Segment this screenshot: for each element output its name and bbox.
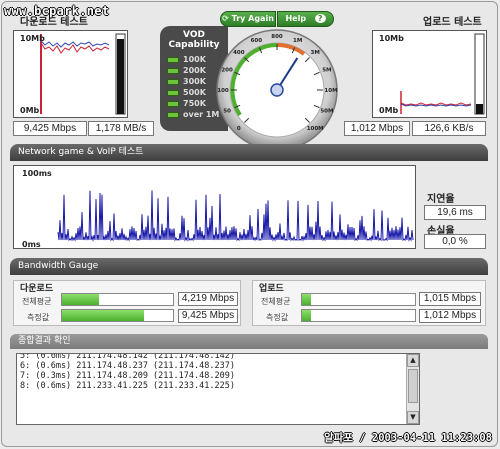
download-mbs-readout: 1,178 MB/s bbox=[88, 121, 154, 136]
bandwidth-download-measured-label: 측정값 bbox=[27, 313, 50, 322]
bandwidth-upload-avg-value: 1,015 Mbps bbox=[419, 292, 481, 306]
vod-led-icon bbox=[167, 89, 179, 96]
scroll-thumb[interactable] bbox=[408, 369, 418, 403]
upload-graph-ymin: 0Mb bbox=[379, 106, 399, 115]
bandwidth-download-avg-fill bbox=[62, 294, 99, 305]
latency-label: 지연율 bbox=[427, 194, 455, 205]
gauge-scale-label: 100M bbox=[307, 126, 324, 132]
results-line: 6: (0.6ms) 211.174.48.237 (211.174.48.23… bbox=[20, 361, 235, 371]
gauge-scale-label: 5M bbox=[322, 67, 331, 73]
upload-graph: 10Mb 0Mb bbox=[372, 30, 487, 118]
network-graph: 100ms 0ms bbox=[13, 165, 416, 249]
results-line: 8: (0.6ms) 211.233.41.225 (211.233.41.22… bbox=[20, 381, 235, 391]
download-graph-ymin: 0Mb bbox=[20, 106, 40, 115]
loss-readout: 0,0 % bbox=[424, 234, 486, 249]
vod-level-label: 300K bbox=[183, 77, 206, 86]
gauge-scale-label: 0 bbox=[237, 126, 241, 132]
gauge-scale-label: 1M bbox=[293, 38, 302, 44]
bandwidth-upload-measured-value: 1,012 Mbps bbox=[419, 309, 481, 323]
bandwidth-download-measured-value: 9,425 Mbps bbox=[178, 309, 238, 323]
footer-caption: 알파포 / 2003-04-11 11:23:08 bbox=[323, 432, 492, 444]
help-icon: ? bbox=[314, 14, 326, 23]
network-graph-ymax: 100ms bbox=[22, 169, 52, 178]
speed-gauge: 0 50 100 200 400 600 800 1M 3M 5M 10M 50M 100M ⟳ Try… bbox=[214, 10, 340, 151]
scroll-up-arrow-icon[interactable]: ▲ bbox=[407, 354, 419, 367]
vod-led-icon bbox=[167, 100, 179, 107]
gauge-scale-label: 400 bbox=[233, 50, 245, 56]
gauge-scale-label: 100 bbox=[217, 88, 229, 94]
bandwidth-download-box: 다운로드 전체평균 4,219 Mbps 측정값 9,425 Mbps bbox=[13, 280, 241, 326]
help-button[interactable]: Help ? bbox=[277, 11, 334, 27]
upload-mbps-readout: 1,012 Mbps bbox=[344, 121, 410, 136]
gauge-scale-label: 600 bbox=[251, 38, 263, 44]
speed-gauge-dial: 0 50 100 200 400 600 800 1M 3M 5M 10M 50M 100M bbox=[216, 29, 338, 151]
network-section-title: Network game & VoIP 테스트 bbox=[18, 147, 144, 157]
vod-level-label: 750K bbox=[183, 99, 206, 108]
try-again-label: Try Again bbox=[231, 14, 274, 23]
network-latency-line bbox=[57, 190, 414, 242]
bandwidth-upload-avg-fill bbox=[302, 294, 312, 305]
vod-level-label: 200K bbox=[183, 66, 206, 75]
gauge-scale-label: 50 bbox=[223, 109, 231, 115]
vod-level-label: 500K bbox=[183, 88, 206, 97]
bandwidth-upload-measured-bar bbox=[301, 309, 416, 322]
bandwidth-upload-box: 업로드 전체평균 1,015 Mbps 측정값 1,012 Mbps bbox=[252, 280, 486, 326]
results-section-header: 종합결과 확인 bbox=[10, 334, 488, 349]
bandwidth-download-measured-fill bbox=[62, 310, 145, 321]
latency-readout: 19,6 ms bbox=[424, 205, 486, 220]
results-section-title: 종합결과 확인 bbox=[18, 336, 71, 346]
bandwidth-upload-avg-bar bbox=[301, 293, 416, 306]
bandwidth-download-avg-label: 전체평균 bbox=[22, 297, 52, 306]
network-section-header: Network game & VoIP 테스트 bbox=[10, 144, 488, 161]
bandwidth-upload-measured-fill bbox=[302, 310, 312, 321]
network-graph-plot bbox=[57, 190, 414, 242]
upload-graph-ymax: 10Mb bbox=[379, 34, 404, 43]
results-line: 7: (0.3ms) 211.174.48.209 (211.174.48.20… bbox=[20, 371, 235, 381]
bandwidth-upload-avg-label: 전체평균 bbox=[261, 297, 291, 306]
help-label: Help bbox=[285, 14, 307, 23]
upload-kbs-readout: 126,6 KB/s bbox=[412, 121, 486, 136]
network-graph-ymin: 0ms bbox=[22, 240, 41, 249]
gauge-scale-label: 50M bbox=[320, 109, 333, 115]
bandwidth-section-title: Bandwidth Gauge bbox=[18, 261, 99, 271]
bandwidth-download-title: 다운로드 bbox=[20, 284, 54, 294]
results-log: 5: (0.6ms) 211.174.48.142 (211.174.48.14… bbox=[16, 353, 420, 425]
upload-test-title: 업로드 테스트 bbox=[423, 17, 482, 28]
gauge-scale-label: 200 bbox=[221, 67, 233, 73]
watermark: www.bcpark.net bbox=[4, 4, 110, 18]
vod-level-label: 100K bbox=[183, 55, 206, 64]
bandwidth-download-avg-bar bbox=[61, 293, 174, 306]
refresh-icon: ⟳ bbox=[222, 14, 229, 23]
results-line: 5: (0.6ms) 211.174.48.142 (211.174.48.14… bbox=[20, 353, 235, 361]
scroll-down-arrow-icon[interactable]: ▼ bbox=[407, 411, 419, 424]
download-mbps-readout: 9,425 Mbps bbox=[13, 121, 87, 136]
download-graph: 10Mb 0Mb bbox=[13, 30, 128, 118]
try-again-button[interactable]: ⟳ Try Again bbox=[220, 11, 276, 27]
bandwidth-upload-title: 업로드 bbox=[259, 284, 284, 294]
gauge-scale-label: 10M bbox=[324, 88, 337, 94]
vod-led-icon bbox=[167, 56, 179, 63]
download-graph-plot bbox=[40, 33, 126, 115]
bandwidth-download-measured-bar bbox=[61, 309, 174, 322]
results-scrollbar[interactable]: ▲ ▼ bbox=[406, 354, 419, 424]
gauge-scale-label: 800 bbox=[271, 34, 283, 40]
vod-led-icon bbox=[167, 111, 179, 118]
vod-led-icon bbox=[167, 67, 179, 74]
upload-graph-plot bbox=[400, 33, 485, 115]
download-graph-ymax: 10Mb bbox=[20, 34, 45, 43]
bandwidth-section-header: Bandwidth Gauge bbox=[10, 258, 488, 275]
vod-led-icon bbox=[167, 78, 179, 85]
bandwidth-download-avg-value: 4,219 Mbps bbox=[178, 292, 238, 306]
bandwidth-upload-measured-label: 측정값 bbox=[266, 313, 289, 322]
gauge-scale-label: 3M bbox=[311, 50, 320, 56]
results-lines: 5: (0.6ms) 211.174.48.142 (211.174.48.14… bbox=[20, 353, 419, 391]
